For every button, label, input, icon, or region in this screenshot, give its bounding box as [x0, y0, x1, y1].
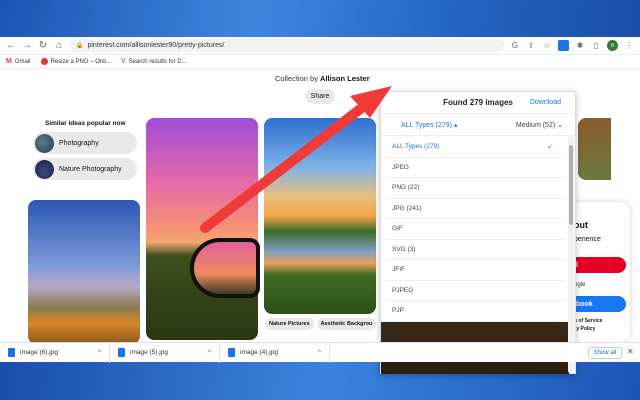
- option-label: SVG (3): [392, 245, 416, 253]
- chip-thumbnail: [35, 159, 54, 179]
- chip-label: Nature Photography: [59, 165, 122, 173]
- lock-icon: 🔒: [76, 43, 84, 49]
- share-page-icon[interactable]: ⇪: [526, 41, 536, 50]
- image-downloader-extension-icon[interactable]: [558, 40, 569, 51]
- type-filter-dropdown[interactable]: ALL Types (279) ▴: [401, 121, 457, 129]
- popup-scrollbar[interactable]: [568, 137, 574, 372]
- bookmark-label: Gmail: [14, 58, 31, 65]
- option-label: JFIF: [392, 266, 405, 274]
- pin-image-flower-field[interactable]: [28, 200, 140, 344]
- option-label: PJP: [392, 307, 404, 315]
- chevron-down-icon: ⌄: [557, 121, 563, 129]
- downloads-bar: image (6).jpg ^ image (5).jpg ^ image (4…: [0, 342, 640, 363]
- image-downloader-popup: Found 279 images Download ALL Types (279…: [380, 91, 576, 374]
- show-all-button[interactable]: Show all: [588, 347, 622, 359]
- collection-owner-link[interactable]: Allison Lester: [320, 74, 370, 83]
- url-text: pinterest.com/allisonlester90/pretty-pic…: [87, 42, 225, 49]
- file-icon: [8, 348, 15, 357]
- type-option-pjp[interactable]: PJP: [385, 301, 565, 322]
- chip-nature-photography[interactable]: Nature Photography: [33, 158, 137, 180]
- bookmark-resize-png[interactable]: Resize a PNG – Onli...: [40, 58, 111, 65]
- option-label: JPEG: [392, 163, 409, 171]
- option-label: PNG (22): [392, 184, 420, 192]
- signup-subtitle: perience: [574, 236, 601, 243]
- menu-kebab-icon[interactable]: ⋮: [624, 41, 634, 50]
- pin-tags: Nature Pictures Aesthetic Backgrou >: [265, 318, 383, 330]
- type-option-gif[interactable]: GIF: [385, 219, 565, 240]
- address-bar-row: ← → ↻ ⌂ 🔒 pinterest.com/allisonlester90/…: [0, 37, 640, 55]
- profile-avatar[interactable]: n: [607, 40, 618, 51]
- type-option-jfif[interactable]: JFIF: [385, 260, 565, 281]
- popup-header: Found 279 images Download: [381, 92, 575, 114]
- bookmark-label: Search results for D...: [128, 58, 187, 65]
- check-icon: ✓: [547, 143, 553, 151]
- download-button[interactable]: Download: [530, 99, 561, 106]
- popup-title: Found 279 images: [443, 98, 513, 107]
- size-filter-dropdown[interactable]: Medium (52) ⌄: [516, 121, 563, 129]
- download-item[interactable]: image (6).jpg ^: [0, 342, 110, 363]
- share-button[interactable]: Share: [305, 89, 335, 104]
- similar-ideas-title: Similar ideas popular now: [45, 120, 126, 127]
- sidebar-icon[interactable]: ▯: [591, 41, 601, 50]
- option-label: PJPEG: [392, 286, 414, 294]
- google-icon[interactable]: G: [510, 41, 520, 50]
- forward-icon[interactable]: →: [22, 40, 32, 51]
- pin-image-pink-sky-mirror[interactable]: [146, 118, 260, 340]
- close-icon[interactable]: ✕: [627, 347, 634, 356]
- download-filename: image (4).jpg: [240, 349, 278, 356]
- type-option-png[interactable]: PNG (22): [385, 178, 565, 199]
- chevron-up-icon[interactable]: ^: [208, 350, 211, 356]
- popup-filters: ALL Types (279) ▴ Medium (52) ⌄: [381, 114, 575, 136]
- browser-window: ← → ↻ ⌂ 🔒 pinterest.com/allisonlester90/…: [0, 37, 640, 374]
- car-mirror-shape: [190, 238, 260, 298]
- reload-icon[interactable]: ↻: [38, 40, 48, 51]
- type-options-list: ALL Types (279) ✓ JPEG PNG (22) JPG (241)…: [381, 137, 569, 372]
- home-icon[interactable]: ⌂: [54, 40, 64, 51]
- popup-scrollbar-thumb[interactable]: [569, 145, 573, 225]
- download-item[interactable]: image (4).jpg ^: [220, 342, 330, 363]
- wallpaper-top-band: [0, 0, 640, 40]
- bookmark-star-icon[interactable]: ☆: [542, 41, 552, 50]
- type-filter-label: ALL Types (279): [401, 121, 452, 129]
- option-label: GIF: [392, 225, 403, 233]
- tag-aesthetic-backgrounds[interactable]: Aesthetic Backgrou: [316, 318, 377, 330]
- pin-image-sunset-lake[interactable]: [264, 118, 376, 314]
- download-filename: image (5).jpg: [130, 349, 168, 356]
- bookmark-search-results[interactable]: V Search results for D...: [121, 58, 187, 65]
- chip-label: Photography: [59, 139, 99, 147]
- resize-png-icon: [40, 58, 48, 65]
- collection-prefix: Collection by: [275, 74, 318, 83]
- chevron-up-icon: ▴: [453, 121, 458, 129]
- file-icon: [228, 348, 235, 357]
- type-option-jpeg[interactable]: JPEG: [385, 158, 565, 178]
- chip-thumbnail: [35, 133, 54, 153]
- chip-photography[interactable]: Photography: [33, 132, 137, 154]
- bookmark-gmail[interactable]: M Gmail: [6, 58, 31, 65]
- tag-nature-pictures[interactable]: Nature Pictures: [265, 318, 314, 330]
- gmail-icon: M: [6, 58, 12, 65]
- chevron-up-icon[interactable]: ^: [318, 350, 321, 356]
- download-item[interactable]: image (5).jpg ^: [110, 342, 220, 363]
- collection-byline: Collection by Allison Lester: [275, 74, 370, 83]
- back-icon[interactable]: ←: [6, 40, 16, 51]
- chevron-up-icon[interactable]: ^: [98, 350, 101, 356]
- pin-image-partial[interactable]: [578, 118, 611, 180]
- type-option-all[interactable]: ALL Types (279) ✓: [385, 137, 565, 158]
- file-icon: [118, 348, 125, 357]
- url-field[interactable]: 🔒 pinterest.com/allisonlester90/pretty-p…: [70, 39, 504, 52]
- bookmarks-bar: M Gmail Resize a PNG – Onli... V Search …: [0, 55, 640, 69]
- download-filename: image (6).jpg: [20, 349, 58, 356]
- option-label: JPG (241): [392, 204, 422, 212]
- type-option-jpg[interactable]: JPG (241): [385, 199, 565, 219]
- bookmark-label: Resize a PNG – Onli...: [50, 58, 111, 65]
- signup-title: out: [574, 220, 588, 230]
- option-label: ALL Types (279): [392, 143, 440, 151]
- extensions-puzzle-icon[interactable]: ✱: [575, 41, 585, 50]
- type-option-svg[interactable]: SVG (3): [385, 240, 565, 260]
- size-filter-label: Medium (52): [515, 121, 556, 129]
- type-option-pjpeg[interactable]: PJPEG: [385, 281, 565, 301]
- vector-site-icon: V: [120, 58, 126, 65]
